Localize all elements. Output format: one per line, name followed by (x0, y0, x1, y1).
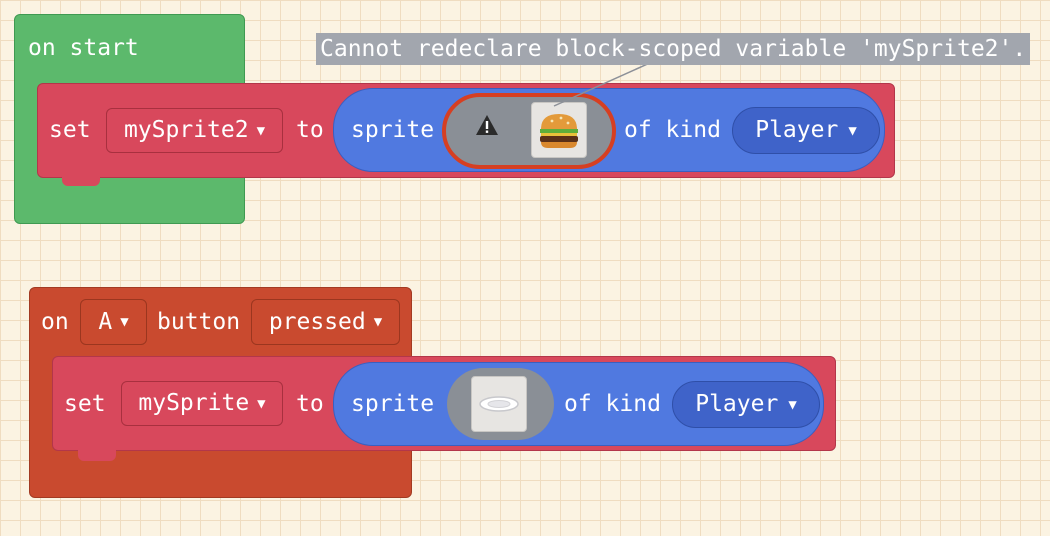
of-kind-label: of kind (624, 117, 721, 143)
plate-sprite-icon[interactable] (471, 376, 527, 432)
on-start-label: on start (28, 35, 139, 61)
chevron-down-icon: ▼ (848, 122, 857, 139)
chevron-down-icon: ▼ (788, 396, 797, 413)
event-dropdown-pressed[interactable]: pressed ▼ (251, 299, 400, 345)
button-word: button (157, 309, 241, 335)
kind-dropdown-player[interactable]: Player ▼ (672, 381, 820, 428)
chevron-down-icon: ▼ (256, 122, 266, 139)
set-keyword: set (49, 117, 91, 143)
chevron-down-icon: ▼ (120, 314, 129, 330)
block-notch (78, 449, 116, 461)
chevron-down-icon: ▼ (257, 395, 266, 412)
chevron-down-icon: ▼ (373, 314, 383, 330)
variable-dropdown-mysprite[interactable]: mySprite ▼ (121, 381, 283, 426)
button-value: A (98, 308, 113, 335)
hamburger-sprite-icon[interactable] (531, 102, 587, 158)
variable-name: mySprite (138, 390, 250, 416)
set-keyword: set (64, 391, 106, 417)
button-dropdown-a[interactable]: A ▼ (80, 299, 147, 345)
sprite-keyword: sprite (351, 391, 435, 417)
event-value: pressed (268, 308, 366, 335)
warning-icon[interactable] (474, 113, 500, 137)
kind-dropdown-player[interactable]: Player ▼ (732, 107, 880, 154)
kind-value: Player (695, 391, 779, 417)
variable-name: mySprite2 (123, 117, 249, 143)
kind-value: Player (755, 117, 839, 143)
sprite-keyword: sprite (351, 117, 435, 143)
on-keyword: on (41, 309, 69, 335)
tooltip-leader-line (553, 61, 653, 107)
error-tooltip: Cannot redeclare block-scoped variable '… (316, 33, 1031, 65)
of-kind-label: of kind (564, 391, 661, 417)
variable-dropdown-mysprite2[interactable]: mySprite2 ▼ (106, 108, 283, 153)
to-keyword: to (296, 117, 324, 143)
block-notch (62, 176, 100, 186)
to-keyword: to (296, 391, 324, 417)
